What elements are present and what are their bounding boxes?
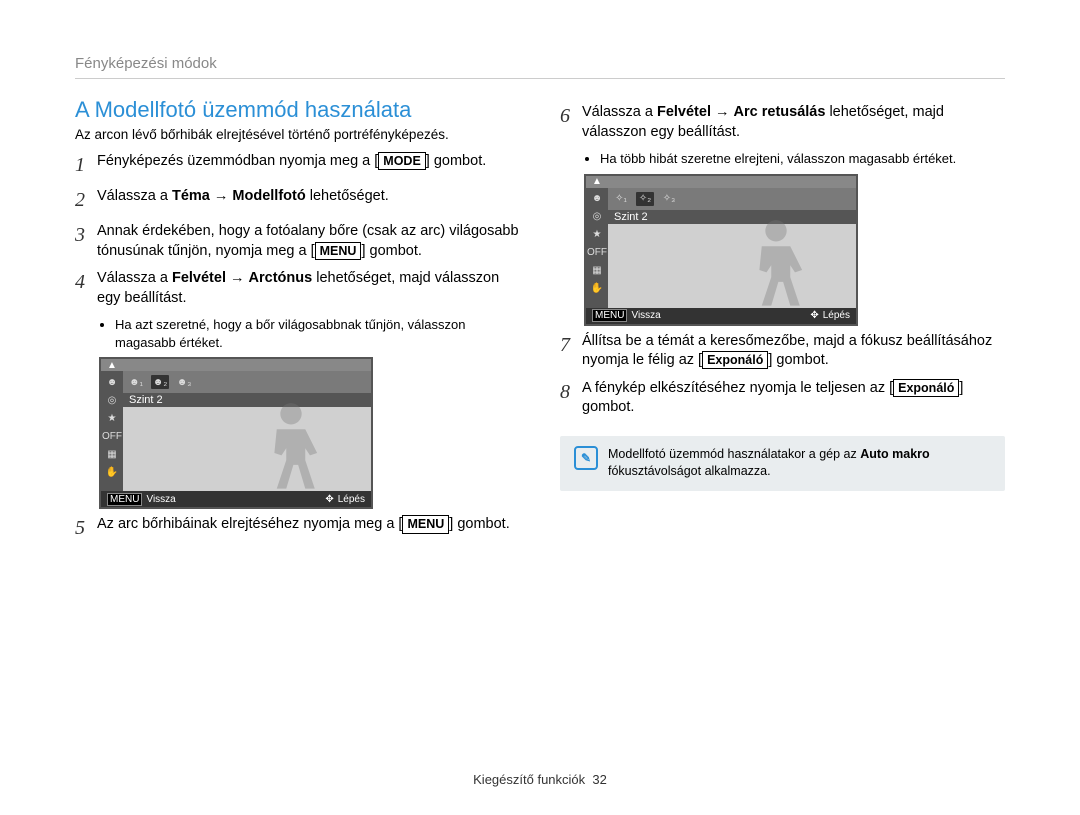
info-note: ✎ Modellfotó üzemmód használatakor a gép… — [560, 436, 1005, 491]
right-column: 6Válassza a Felvétel → Arc retusálás leh… — [560, 97, 1005, 550]
person-silhouette — [736, 213, 816, 308]
lcd-move-label: Lépés — [338, 494, 365, 505]
person-silhouette — [251, 396, 331, 491]
page-title: A Modellfotó üzemmód használata — [75, 97, 520, 123]
step-text: Az arc bőrhibáinak elrejtéséhez nyomja m… — [97, 515, 520, 535]
target-icon: ◎ — [590, 210, 604, 224]
star-icon: ★ — [105, 411, 119, 425]
step: 3Annak érdekében, hogy a fotóalany bőre … — [75, 222, 520, 261]
step: 2Válassza a Téma → Modellfotó lehetősége… — [75, 187, 520, 214]
step: 6Válassza a Felvétel → Arc retusálás leh… — [560, 103, 1005, 142]
menu-key-label: MENU — [592, 309, 627, 322]
step: 1Fényképezés üzemmódban nyomja meg a [MO… — [75, 152, 520, 179]
step-text: Annak érdekében, hogy a fotóalany bőre (… — [97, 222, 520, 261]
retouch2-icon: ✧₂ — [636, 192, 654, 206]
info-text: Modellfotó üzemmód használatakor a gép a… — [608, 446, 991, 481]
retouch3-icon: ✧₃ — [660, 192, 678, 206]
lcd-side-icons: ☻ ◎ ★ OFF ▦ ✋ — [101, 371, 123, 491]
page-footer: Kiegészítő funkciók 32 — [0, 772, 1080, 787]
step-number: 6 — [560, 103, 582, 130]
steps-group-1: 1Fényképezés üzemmódban nyomja meg a [MO… — [75, 152, 520, 308]
lcd-level-label: Szint 2 — [608, 210, 856, 224]
retouch1-icon: ✧₁ — [612, 192, 630, 206]
lcd-level-selector: ☻₁ ☻₂ ☻₃ — [123, 371, 371, 393]
step-text: Állítsa be a témát a keresőmezőbe, majd … — [582, 332, 1005, 371]
step: 8A fénykép elkészítéséhez nyomja le telj… — [560, 379, 1005, 418]
dpad-icon: ✥ — [810, 310, 818, 321]
lcd-top-bar: ▲ — [586, 176, 856, 188]
grid-icon: ▦ — [590, 264, 604, 278]
lcd-back-label: Vissza — [631, 310, 660, 321]
steps-group-2: 5Az arc bőrhibáinak elrejtéséhez nyomja … — [75, 515, 520, 542]
step-text: Válassza a Felvétel → Arctónus lehetőség… — [97, 269, 520, 308]
hand-icon: ✋ — [590, 282, 604, 296]
face-icon: ☻ — [105, 375, 119, 389]
page-subtitle: Az arcon lévő bőrhibák elrejtésével tört… — [75, 127, 520, 142]
lcd-side-icons: ☻ ◎ ★ OFF ▦ ✋ — [586, 188, 608, 308]
step-text: Válassza a Téma → Modellfotó lehetőséget… — [97, 187, 520, 207]
steps-group-4: 7Állítsa be a témát a keresőmezőbe, majd… — [560, 332, 1005, 418]
bullet-item: Ha több hibát szeretne elrejteni, válass… — [600, 150, 1005, 168]
info-icon: ✎ — [574, 446, 598, 470]
step-number: 3 — [75, 222, 97, 249]
lcd-screenshot-arctonus: ▲ ☻ ◎ ★ OFF ▦ ✋ ☻₁ ☻₂ ☻₃ — [99, 357, 373, 509]
off-icon: OFF — [105, 429, 119, 443]
step-text: Válassza a Felvétel → Arc retusálás lehe… — [582, 103, 1005, 142]
hand-icon: ✋ — [105, 465, 119, 479]
step: 7Állítsa be a témát a keresőmezőbe, majd… — [560, 332, 1005, 371]
off-icon: OFF — [590, 246, 604, 260]
step-text: A fénykép elkészítéséhez nyomja le telje… — [582, 379, 1005, 418]
step-text: Fényképezés üzemmódban nyomja meg a [MOD… — [97, 152, 520, 172]
lcd-move-label: Lépés — [823, 310, 850, 321]
step-number: 7 — [560, 332, 582, 359]
step-number: 1 — [75, 152, 97, 179]
step: 4Válassza a Felvétel → Arctónus lehetősé… — [75, 269, 520, 308]
lcd-top-bar: ▲ — [101, 359, 371, 371]
level2-icon: ☻₂ — [151, 375, 169, 389]
note-bullets-right: Ha több hibát szeretne elrejteni, válass… — [584, 150, 1005, 168]
lcd-level-selector: ✧₁ ✧₂ ✧₃ — [608, 188, 856, 210]
bullet-item: Ha azt szeretné, hogy a bőr világosabbna… — [115, 316, 520, 351]
step: 5Az arc bőrhibáinak elrejtéséhez nyomja … — [75, 515, 520, 542]
menu-key-label: MENU — [107, 493, 142, 506]
step-number: 2 — [75, 187, 97, 214]
note-bullets-left: Ha azt szeretné, hogy a bőr világosabbna… — [99, 316, 520, 351]
lcd-level-label: Szint 2 — [123, 393, 371, 407]
step-number: 8 — [560, 379, 582, 406]
level3-icon: ☻₃ — [175, 375, 193, 389]
footer-label: Kiegészítő funkciók — [473, 772, 585, 787]
left-column: A Modellfotó üzemmód használata Az arcon… — [75, 97, 520, 550]
step-number: 4 — [75, 269, 97, 296]
footer-page: 32 — [592, 772, 606, 787]
dpad-icon: ✥ — [325, 494, 333, 505]
level1-icon: ☻₁ — [127, 375, 145, 389]
star-icon: ★ — [590, 228, 604, 242]
step-number: 5 — [75, 515, 97, 542]
steps-group-3: 6Válassza a Felvétel → Arc retusálás leh… — [560, 103, 1005, 142]
breadcrumb: Fényképezési módok — [75, 55, 1005, 79]
lcd-screenshot-retusalas: ▲ ☻ ◎ ★ OFF ▦ ✋ ✧₁ ✧₂ ✧₃ — [584, 174, 858, 326]
grid-icon: ▦ — [105, 447, 119, 461]
lcd-back-label: Vissza — [146, 494, 175, 505]
target-icon: ◎ — [105, 393, 119, 407]
face-icon: ☻ — [590, 192, 604, 206]
